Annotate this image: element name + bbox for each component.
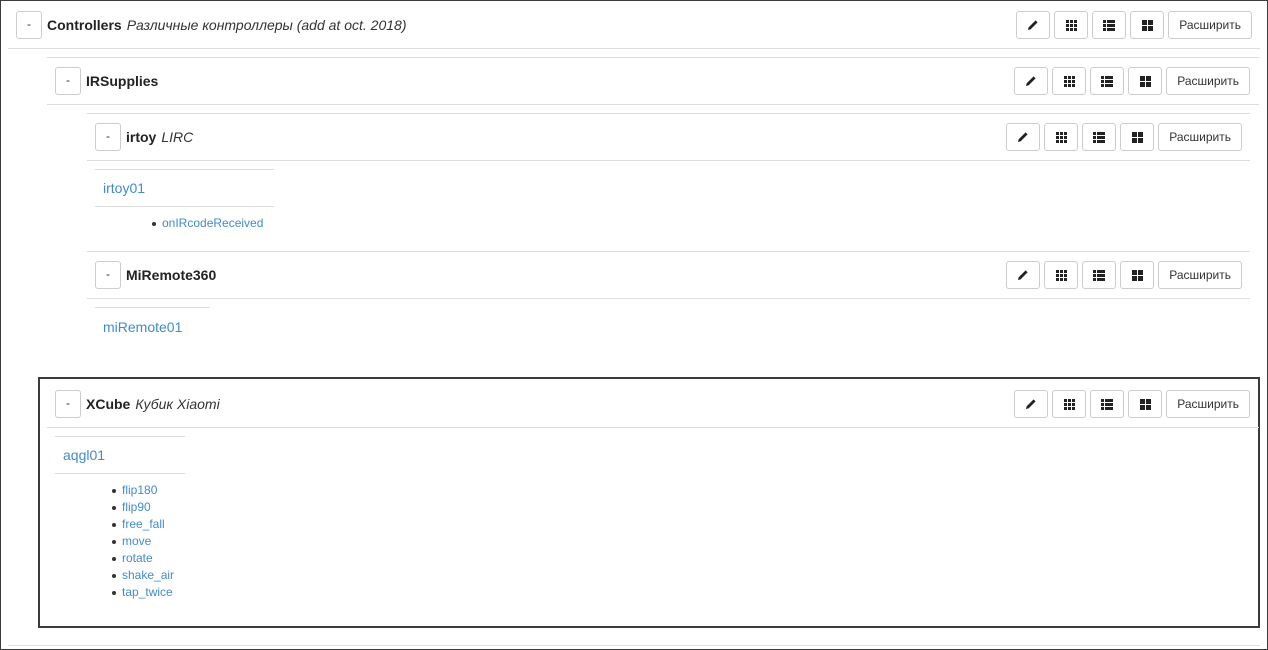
miremote-object-card: miRemote01 <box>95 307 210 345</box>
event-link-shake-air[interactable]: shake_air <box>122 568 174 582</box>
object-link-miremote01[interactable]: miRemote01 <box>103 319 182 335</box>
irtoy-collapse-button[interactable]: - <box>95 123 121 151</box>
xcube-object-card: aqgl01 <box>55 436 185 474</box>
event-link-move[interactable]: move <box>122 534 151 548</box>
irtoy-object-card: irtoy01 <box>95 169 274 207</box>
grid-3x3-icon <box>1063 398 1075 410</box>
irsupplies-edit-button[interactable] <box>1014 67 1049 95</box>
controllers-grid-large-button[interactable] <box>1130 11 1165 39</box>
irsupplies-toolbar: Расширить <box>1010 67 1250 95</box>
list-item: tap_twice <box>112 584 174 601</box>
list-item: flip90 <box>112 499 174 516</box>
xcube-toolbar: Расширить <box>1010 390 1250 418</box>
object-link-irtoy01[interactable]: irtoy01 <box>103 180 145 196</box>
controllers-header: - Controllers Различные контроллеры (add… <box>8 2 1260 49</box>
event-link-free-fall[interactable]: free_fall <box>122 517 165 531</box>
grid-2x2-icon <box>1141 19 1153 31</box>
event-link-flip180[interactable]: flip180 <box>122 483 157 497</box>
xcube-header: - XCube Кубик Xiaomi Расширить <box>47 381 1259 428</box>
pencil-icon <box>1017 269 1029 281</box>
xcube-list-button[interactable] <box>1090 390 1125 418</box>
irsupplies-header: - IRSupplies Расширить <box>47 58 1259 105</box>
bottom-divider <box>8 645 1260 646</box>
irsupplies-title: IRSupplies <box>86 73 159 89</box>
grid-2x2-icon <box>1139 398 1151 410</box>
xcube-event-list: flip180 flip90 free_fall move rotate sha… <box>112 482 174 601</box>
irtoy-event-list: onIRcodeReceived <box>152 215 263 232</box>
controllers-grid-small-button[interactable] <box>1054 11 1089 39</box>
pencil-icon <box>1027 19 1039 31</box>
grid-3x3-icon <box>1065 19 1077 31</box>
irtoy-edit-button[interactable] <box>1006 123 1041 151</box>
xcube-title: XCube <box>86 396 131 412</box>
irtoy-title: irtoy <box>126 129 157 145</box>
irsupplies-grid-small-button[interactable] <box>1052 67 1087 95</box>
irtoy-header: - irtoy LIRC Расширить <box>87 114 1250 161</box>
list-icon <box>1103 19 1116 31</box>
grid-3x3-icon <box>1055 131 1067 143</box>
list-item: shake_air <box>112 567 174 584</box>
controllers-subtitle: Различные контроллеры (add at oct. 2018) <box>126 17 407 33</box>
controllers-title: Controllers <box>47 17 122 33</box>
pencil-icon <box>1017 131 1029 143</box>
controllers-toolbar: Расширить <box>1012 11 1252 39</box>
list-icon <box>1101 75 1114 87</box>
event-link-flip90[interactable]: flip90 <box>122 500 151 514</box>
grid-2x2-icon <box>1131 269 1143 281</box>
grid-3x3-icon <box>1063 75 1075 87</box>
xcube-grid-large-button[interactable] <box>1128 390 1163 418</box>
list-icon <box>1093 131 1106 143</box>
irtoy-toolbar: Расширить <box>1002 123 1242 151</box>
miremote-list-button[interactable] <box>1082 261 1117 289</box>
list-icon <box>1101 398 1114 410</box>
list-item: rotate <box>112 550 174 567</box>
miremote-toolbar: Расширить <box>1002 261 1242 289</box>
irtoy-expand-button[interactable]: Расширить <box>1158 123 1242 151</box>
xcube-subtitle: Кубик Xiaomi <box>135 396 220 412</box>
miremote-edit-button[interactable] <box>1006 261 1041 289</box>
event-link[interactable]: onIRcodeReceived <box>162 216 263 230</box>
irtoy-grid-large-button[interactable] <box>1120 123 1155 151</box>
miremote-title: MiRemote360 <box>126 267 217 283</box>
list-icon <box>1093 269 1106 281</box>
irtoy-grid-small-button[interactable] <box>1044 123 1079 151</box>
irtoy-list-button[interactable] <box>1082 123 1117 151</box>
list-item: flip180 <box>112 482 174 499</box>
irsupplies-collapse-button[interactable]: - <box>55 67 81 95</box>
object-link-aqgl01[interactable]: aqgl01 <box>63 447 105 463</box>
xcube-expand-button[interactable]: Расширить <box>1166 390 1250 418</box>
irsupplies-expand-button[interactable]: Расширить <box>1166 67 1250 95</box>
irsupplies-list-button[interactable] <box>1090 67 1125 95</box>
miremote-collapse-button[interactable]: - <box>95 261 121 289</box>
event-link-tap-twice[interactable]: tap_twice <box>122 585 173 599</box>
controllers-expand-button[interactable]: Расширить <box>1168 11 1252 39</box>
miremote-grid-small-button[interactable] <box>1044 261 1079 289</box>
pencil-icon <box>1025 398 1037 410</box>
miremote-grid-large-button[interactable] <box>1120 261 1155 289</box>
controllers-collapse-button[interactable]: - <box>16 11 42 39</box>
miremote-header: - MiRemote360 Расширить <box>87 252 1250 299</box>
event-link-rotate[interactable]: rotate <box>122 551 153 565</box>
xcube-collapse-button[interactable]: - <box>55 390 81 418</box>
irtoy-subtitle: LIRC <box>161 129 194 145</box>
xcube-grid-small-button[interactable] <box>1052 390 1087 418</box>
grid-2x2-icon <box>1139 75 1151 87</box>
pencil-icon <box>1025 75 1037 87</box>
list-item: move <box>112 533 174 550</box>
list-item: free_fall <box>112 516 174 533</box>
miremote-expand-button[interactable]: Расширить <box>1158 261 1242 289</box>
controllers-list-button[interactable] <box>1092 11 1127 39</box>
grid-2x2-icon <box>1131 131 1143 143</box>
irsupplies-grid-large-button[interactable] <box>1128 67 1163 95</box>
xcube-edit-button[interactable] <box>1014 390 1049 418</box>
controllers-edit-button[interactable] <box>1016 11 1051 39</box>
grid-3x3-icon <box>1055 269 1067 281</box>
list-item: onIRcodeReceived <box>152 215 263 232</box>
